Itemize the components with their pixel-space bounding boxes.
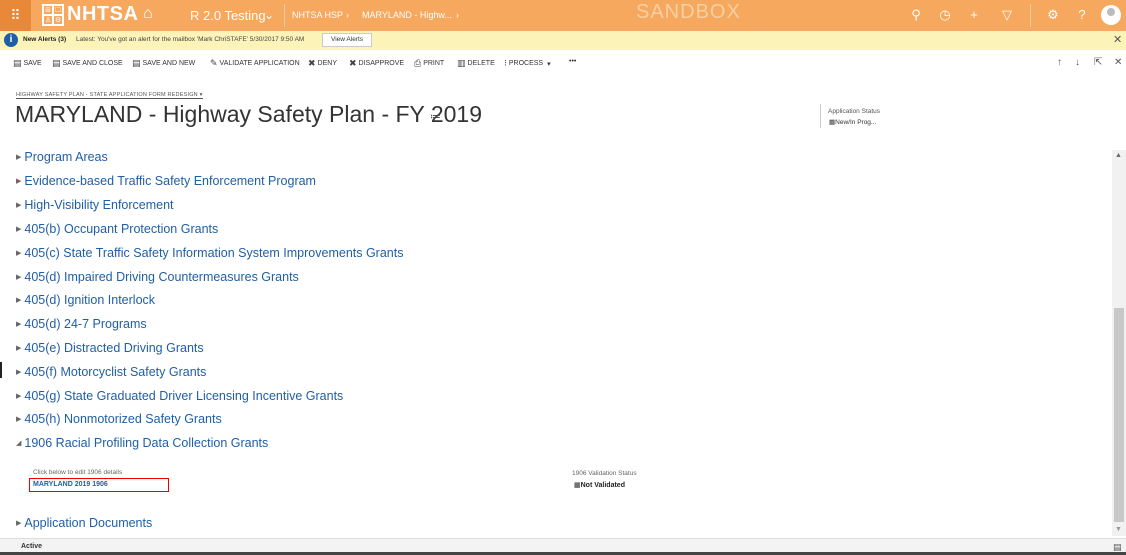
print-button[interactable]: ⎙ PRINT [414, 58, 444, 69]
chevron-down-icon[interactable]: ⌄ [264, 8, 274, 22]
settings-icon[interactable]: ⚙ [1044, 7, 1062, 23]
expand-icon: ▶ [16, 226, 22, 233]
divider [284, 4, 285, 27]
section-405b[interactable]: ▶ 405(b) Occupant Protection Grants [16, 222, 218, 236]
section-evidence-based-enforcement[interactable]: ▶ Evidence-based Traffic Safety Enforceme… [16, 174, 316, 188]
top-nav-bar: ⠿ ⊞ ☐ ♙ ⚙ NHTSA ⌂ R 2.0 Testing ⌄ NHTSA … [0, 0, 1126, 31]
section-405e[interactable]: ▶ 405(e) Distracted Driving Grants [16, 341, 204, 355]
close-icon[interactable]: ✕ [1113, 33, 1122, 46]
save-button[interactable]: ▤ SAVE [13, 58, 42, 69]
alert-message: Latest: You've got an alert for the mail… [76, 36, 305, 43]
expand-icon: ▶ [16, 297, 22, 304]
record-menu-icon[interactable]: ≔ [430, 110, 441, 123]
environment-name[interactable]: R 2.0 Testing [190, 8, 266, 23]
expand-icon: ▶ [16, 345, 22, 352]
command-bar: ▤ SAVE ▤ SAVE AND CLOSE ▤ SAVE AND NEW ✎ VAL… [0, 52, 1126, 74]
close-icon[interactable]: ✕ [1114, 57, 1122, 68]
validate-application-button[interactable]: ✎ VALIDATE APPLICATION [210, 58, 300, 69]
save-new-icon: ▤ [132, 58, 141, 68]
scrollbar-thumb[interactable] [1114, 308, 1124, 522]
breadcrumb-record[interactable]: MARYLAND - Highw... [362, 10, 452, 20]
save-and-new-button[interactable]: ▤ SAVE AND NEW [132, 58, 195, 69]
application-status-value: ▦New/In Prog... [829, 119, 877, 126]
info-icon: i [4, 33, 18, 47]
form-selector[interactable]: HIGHWAY SAFETY PLAN - STATE APPLICATION … [16, 92, 203, 99]
scroll-down-icon[interactable]: ▼ [1115, 526, 1122, 533]
x-icon: ✖ [349, 58, 357, 68]
save-and-close-button[interactable]: ▤ SAVE AND CLOSE [52, 58, 123, 69]
validation-status-value: ▦Not Validated [574, 482, 625, 489]
deny-button[interactable]: ✖ DENY [308, 58, 337, 69]
chevron-right-icon: › [346, 10, 349, 20]
search-icon[interactable]: ⚲ [907, 7, 925, 23]
page-title: MARYLAND - Highway Safety Plan - FY 2019 [15, 101, 483, 127]
more-commands-button[interactable]: ••• [569, 58, 576, 65]
expand-icon: ▶ [16, 178, 22, 185]
nhtsa-logo-icon: ⊞ ☐ ♙ ⚙ [42, 4, 64, 26]
1906-lookup-link[interactable]: MARYLAND 2019 1906 [33, 481, 108, 488]
save-icon: ▤ [13, 58, 22, 68]
history-icon[interactable]: ◷ [936, 7, 954, 23]
print-icon: ⎙ [414, 58, 422, 68]
chevron-right-icon[interactable]: › [456, 10, 459, 20]
section-program-areas[interactable]: ▶ Program Areas [16, 150, 108, 164]
view-alerts-button[interactable]: View Alerts [322, 33, 373, 47]
expand-icon: ▶ [16, 274, 22, 281]
text-cursor [0, 362, 2, 378]
app-launcher-icon[interactable]: ⠿ [0, 0, 31, 31]
expand-icon: ▶ [16, 369, 22, 376]
alert-bar: i New Alerts (3) Latest: You've got an a… [0, 31, 1126, 50]
section-405h[interactable]: ▶ 405(h) Nonmotorized Safety Grants [16, 412, 222, 426]
expand-icon: ▶ [16, 520, 22, 527]
expand-icon: ▶ [16, 416, 22, 423]
section-405f[interactable]: ▶ 405(f) Motorcyclist Safety Grants [16, 365, 206, 379]
expand-icon: ▶ [16, 154, 22, 161]
section-405d-impaired[interactable]: ▶ 405(d) Impaired Driving Countermeasures… [16, 270, 299, 284]
section-405g[interactable]: ▶ 405(g) State Graduated Driver Licensing… [16, 389, 343, 403]
record-status: Active [21, 543, 43, 550]
filter-icon[interactable]: ▽ [998, 7, 1016, 23]
arrow-down-icon[interactable]: ↓ [1075, 57, 1080, 68]
trash-icon: ▥ [457, 58, 466, 68]
1906-lookup-field[interactable]: MARYLAND 2019 1906 [29, 478, 169, 492]
expand-icon: ▶ [16, 321, 22, 328]
process-icon: ⁝ [504, 58, 507, 68]
delete-button[interactable]: ▥ DELETE [457, 58, 495, 69]
alert-title[interactable]: New Alerts (3) [23, 36, 66, 43]
x-icon: ✖ [308, 58, 316, 68]
chevron-down-icon: ▾ [547, 60, 551, 68]
divider [820, 104, 821, 128]
validation-status-label: 1906 Validation Status [572, 470, 637, 477]
expand-icon: ▶ [16, 250, 22, 257]
scroll-up-icon[interactable]: ▲ [1115, 152, 1122, 159]
section-high-visibility-enforcement[interactable]: ▶ High-Visibility Enforcement [16, 198, 174, 212]
logo-text: NHTSA [67, 3, 139, 25]
edit-1906-label: Click below to edit 1906 details [33, 469, 123, 476]
save-close-icon: ▤ [52, 58, 61, 68]
section-405c[interactable]: ▶ 405(c) State Traffic Safety Information… [16, 246, 403, 260]
section-405d-ignition[interactable]: ▶ 405(d) Ignition Interlock [16, 293, 155, 307]
breadcrumb-nhtsa-hsp[interactable]: NHTSA HSP [292, 10, 343, 20]
plus-icon[interactable]: + [965, 7, 983, 22]
section-1906[interactable]: ◢ 1906 Racial Profiling Data Collection G… [16, 436, 268, 450]
application-status-label: Application Status [828, 108, 881, 115]
pop-out-icon[interactable]: ⇱ [1094, 57, 1102, 68]
home-icon[interactable]: ⌂ [143, 5, 153, 23]
sandbox-watermark: SANDBOX [636, 1, 741, 23]
expand-icon: ▶ [16, 393, 22, 400]
collapse-icon: ◢ [16, 440, 22, 447]
help-icon[interactable]: ? [1073, 7, 1091, 22]
lock-icon: ▦ [574, 482, 581, 489]
user-avatar[interactable] [1101, 5, 1121, 25]
section-405d-24-7[interactable]: ▶ 405(d) 24-7 Programs [16, 317, 147, 331]
section-application-documents[interactable]: ▶ Application Documents [16, 516, 152, 530]
expand-icon: ▶ [16, 202, 22, 209]
validate-icon: ✎ [210, 58, 218, 68]
arrow-up-icon[interactable]: ↑ [1057, 57, 1062, 68]
process-button[interactable]: ⁝ PROCESS ▾ [504, 58, 551, 69]
disapprove-button[interactable]: ✖ DISAPPROVE [349, 58, 404, 69]
divider [1030, 4, 1031, 27]
